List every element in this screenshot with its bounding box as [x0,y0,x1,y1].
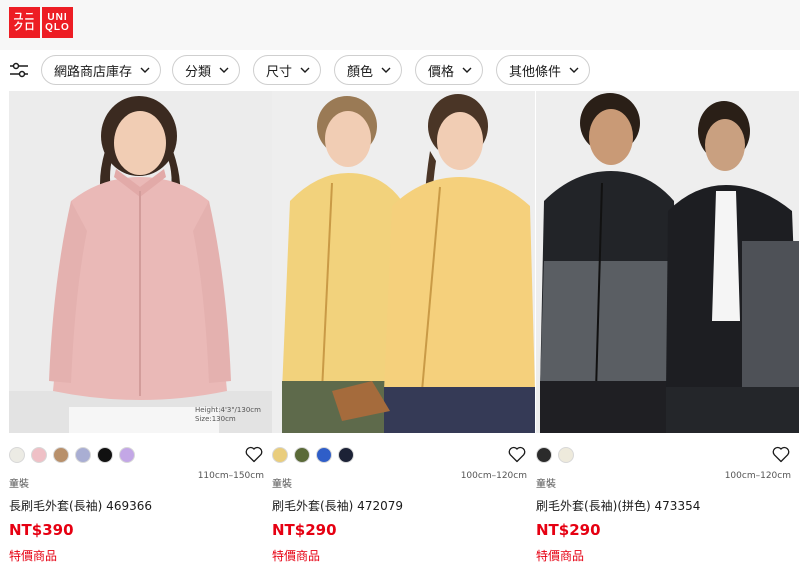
product-info: 童裝 100cm–120cm 刷毛外套(長袖) 472079 NT$290 特價… [272,433,535,563]
color-swatch[interactable] [75,447,91,463]
product-size-range: 110cm–150cm [197,471,264,481]
filter-size[interactable]: 尺寸 [253,55,322,85]
logo-text-3: UNI [47,11,68,23]
logo-latin-block: UNI QLO [42,7,73,38]
filter-label: 顏色 [347,64,374,80]
product-image[interactable]: Height:4'3"/130cm Size:130cm [9,91,272,433]
chevron-down-icon [381,67,391,73]
filter-label: 價格 [428,64,455,80]
logo-text-4: QLO [45,21,70,33]
product-card[interactable]: Height:4'3"/130cm Size:130cm 童裝 110cm–150… [9,91,272,563]
filter-label: 網路商店庫存 [54,64,133,80]
filter-online-stock[interactable]: 網路商店庫存 [41,55,162,85]
product-photo-pink-fleece [9,91,272,433]
filter-label: 其他條件 [509,64,562,80]
promo-badge: 特價商品 [9,549,58,563]
color-swatch[interactable] [536,447,552,463]
chevron-down-icon [219,67,229,73]
product-info: 童裝 110cm–150cm 長刷毛外套(長袖) 469366 NT$390 特… [9,433,272,563]
logo-katakana-block: ユニ クロ [9,7,40,38]
heart-icon[interactable] [507,444,527,464]
filter-label: 尺寸 [266,64,293,80]
product-card[interactable]: 童裝 100cm–120cm 刷毛外套(長袖)(拼色) 473354 NT$29… [536,91,799,563]
color-swatch[interactable] [97,447,113,463]
site-header: ユニ クロ UNI QLO [0,0,800,50]
chevron-down-icon [300,67,310,73]
model-size-note: Height:4'3"/130cm Size:130cm [195,406,261,423]
heart-icon[interactable] [771,444,791,464]
filter-label: 分類 [185,64,212,80]
filter-settings-icon[interactable] [10,62,28,78]
product-category: 童裝 [536,479,556,490]
product-size-range: 100cm–120cm [460,471,527,481]
color-swatch[interactable] [316,447,332,463]
color-swatch[interactable] [9,447,25,463]
chevron-down-icon [462,67,472,73]
product-card[interactable]: 童裝 100cm–120cm 刷毛外套(長袖) 472079 NT$290 特價… [272,91,535,563]
product-info: 童裝 100cm–120cm 刷毛外套(長袖)(拼色) 473354 NT$29… [536,433,799,563]
product-photo-black-fleece [536,91,799,433]
logo-text-1: ユニ [13,11,36,23]
product-price: NT$390 [9,521,74,539]
product-price: NT$290 [272,521,337,539]
product-name[interactable]: 長刷毛外套(長袖) 469366 [9,497,152,514]
filter-category[interactable]: 分類 [172,55,241,85]
color-swatch[interactable] [119,447,135,463]
color-swatches [9,447,135,463]
product-name[interactable]: 刷毛外套(長袖) 472079 [272,497,403,514]
heart-icon[interactable] [244,444,264,464]
logo-text-2: クロ [13,21,36,33]
promo-badge: 特價商品 [536,549,585,563]
color-swatches [536,447,574,463]
product-photo-yellow-fleece [272,91,535,433]
color-swatch[interactable] [272,447,288,463]
product-name[interactable]: 刷毛外套(長袖)(拼色) 473354 [536,497,700,514]
color-swatch[interactable] [294,447,310,463]
color-swatch[interactable] [558,447,574,463]
product-category: 童裝 [9,479,29,490]
filter-other[interactable]: 其他條件 [496,55,591,85]
uniqlo-logo[interactable]: ユニ クロ UNI QLO [9,7,73,38]
product-size-range: 100cm–120cm [724,471,791,481]
color-swatch[interactable] [53,447,69,463]
filter-price[interactable]: 價格 [415,55,484,85]
color-swatch[interactable] [31,447,47,463]
filter-bar: 網路商店庫存 分類 尺寸 顏色 價格 其他條件 [0,50,800,90]
promo-badge: 特價商品 [272,549,321,563]
product-image[interactable] [272,91,535,433]
product-category: 童裝 [272,479,292,490]
chevron-down-icon [140,67,150,73]
color-swatch[interactable] [338,447,354,463]
product-price: NT$290 [536,521,601,539]
product-image[interactable] [536,91,799,433]
color-swatches [272,447,354,463]
filter-color[interactable]: 顏色 [334,55,403,85]
chevron-down-icon [569,67,579,73]
